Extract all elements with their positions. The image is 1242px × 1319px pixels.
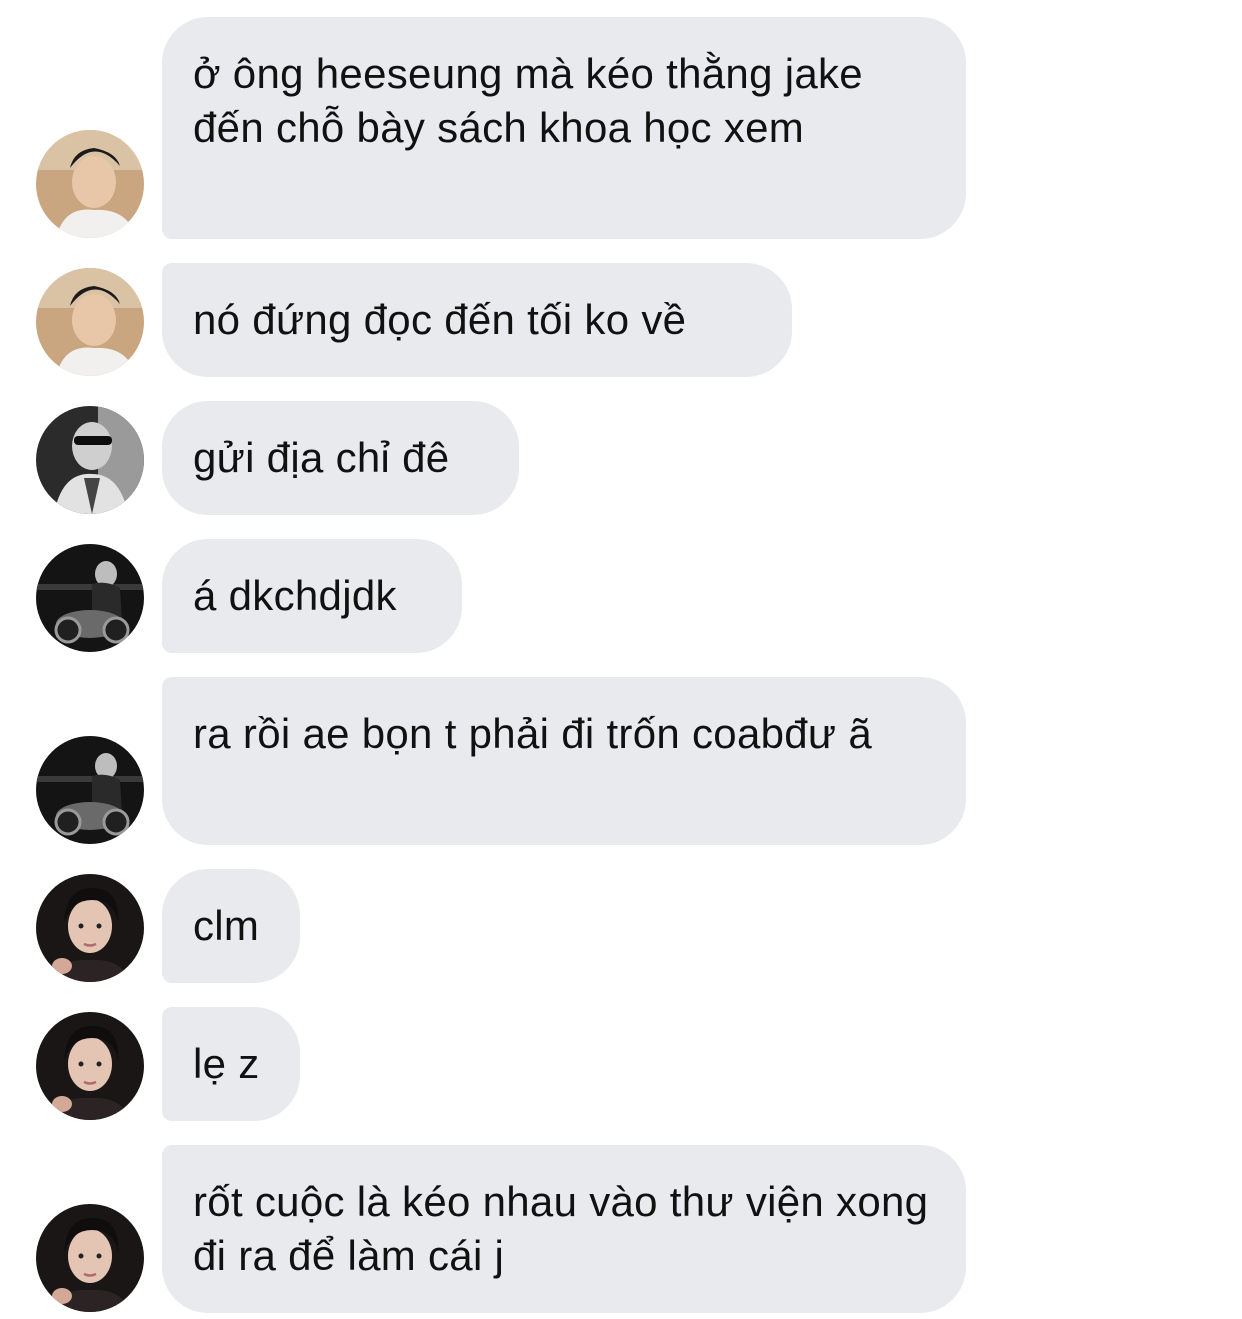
message-text: ở ông heeseung mà kéo thằng jake đến chỗ…: [193, 50, 863, 151]
message-text: ra rồi ae bọn t phải đi trốn coabđư ã: [193, 710, 872, 757]
message-text: lẹ z: [193, 1040, 260, 1087]
avatar-motorbike-user-icon[interactable]: [36, 736, 144, 844]
message-row: ở ông heeseung mà kéo thằng jake đến chỗ…: [0, 17, 1242, 239]
avatar-portrait-user-icon[interactable]: [36, 1012, 144, 1120]
avatar-portrait-user-icon[interactable]: [36, 874, 144, 982]
message-row: ra rồi ae bọn t phải đi trốn coabđư ã: [0, 677, 1242, 845]
message-row: lẹ z: [0, 1007, 1242, 1121]
avatar-motorbike-user-icon[interactable]: [36, 544, 144, 652]
message-bubble[interactable]: lẹ z: [162, 1007, 300, 1121]
message-row: gửi địa chỉ đê: [0, 401, 1242, 515]
message-bubble[interactable]: gửi địa chỉ đê: [162, 401, 519, 515]
message-row: á dkchdjdk: [0, 539, 1242, 653]
avatar-sunglasses-user-icon[interactable]: [36, 406, 144, 514]
avatar-image: [36, 736, 144, 844]
message-text: clm: [193, 902, 260, 949]
message-row: nó đứng đọc đến tối ko về: [0, 263, 1242, 377]
message-bubble[interactable]: nó đứng đọc đến tối ko về: [162, 263, 792, 377]
avatar-image: [36, 130, 144, 238]
message-bubble[interactable]: clm: [162, 869, 300, 983]
avatar-image: [36, 268, 144, 376]
avatar-image: [36, 544, 144, 652]
message-text: á dkchdjdk: [193, 572, 397, 619]
avatar-image: [36, 1012, 144, 1120]
avatar-beach-user-icon[interactable]: [36, 130, 144, 238]
message-bubble[interactable]: ra rồi ae bọn t phải đi trốn coabđư ã: [162, 677, 966, 845]
message-bubble[interactable]: á dkchdjdk: [162, 539, 462, 653]
message-row: clm: [0, 869, 1242, 983]
avatar-portrait-user-icon[interactable]: [36, 1204, 144, 1312]
message-text: nó đứng đọc đến tối ko về: [193, 296, 687, 343]
message-text: gửi địa chỉ đê: [193, 434, 450, 481]
avatar-beach-user-icon[interactable]: [36, 268, 144, 376]
avatar-image: [36, 874, 144, 982]
avatar-image: [36, 1204, 144, 1312]
avatar-image: [36, 406, 144, 514]
message-bubble[interactable]: ở ông heeseung mà kéo thằng jake đến chỗ…: [162, 17, 966, 239]
message-row: rốt cuộc là kéo nhau vào thư viện xong đ…: [0, 1145, 1242, 1313]
message-bubble[interactable]: rốt cuộc là kéo nhau vào thư viện xong đ…: [162, 1145, 966, 1313]
message-text: rốt cuộc là kéo nhau vào thư viện xong đ…: [193, 1178, 929, 1279]
